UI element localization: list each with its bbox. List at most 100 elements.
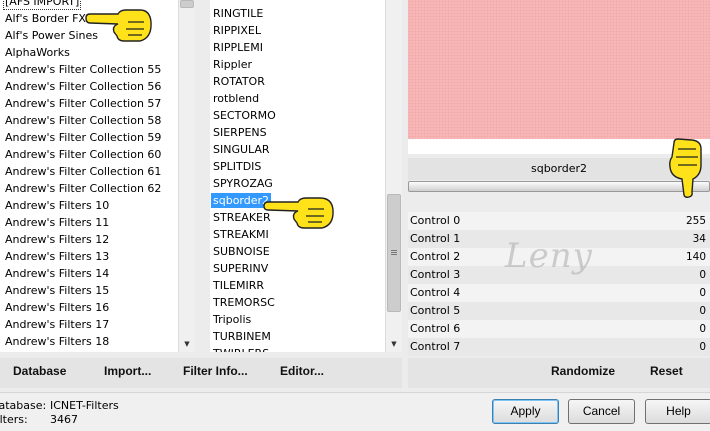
category-item-label: Andrew's Filters 16	[5, 301, 110, 314]
filter-item-label: RIPPLEMI	[213, 41, 263, 54]
filter-item-label: SPLITDIS	[213, 160, 262, 173]
scroll-grip-icon	[391, 250, 397, 256]
control-value[interactable]: 0	[699, 338, 706, 356]
category-item[interactable]: Andrew's Filters 11	[0, 214, 178, 231]
category-item-label: Andrew's Filter Collection 55	[5, 63, 162, 76]
control-value[interactable]: 255	[686, 212, 706, 230]
filter-item[interactable]: RINGTILE	[210, 5, 385, 22]
filter-item[interactable]: TWIRLERS	[210, 345, 385, 352]
category-item-label: Alf's Border FX	[5, 12, 86, 25]
pointing-hand-icon	[263, 197, 334, 229]
filter-item[interactable]: SPYROZAG	[210, 175, 385, 192]
category-item-label: Andrew's Filters 10	[5, 199, 110, 212]
category-item-label: Andrew's Filters 14	[5, 267, 110, 280]
editor-button[interactable]: Editor...	[280, 364, 324, 378]
filter-item-label: SUBNOISE	[213, 245, 270, 258]
control-value[interactable]: 0	[699, 284, 706, 302]
category-item-label: Andrew's Filter Collection 57	[5, 97, 162, 110]
control-row[interactable]: Control 7 0	[408, 338, 710, 356]
category-item-label: Andrew's Filters 11	[5, 216, 110, 229]
selected-filter-name: sqborder2	[408, 158, 710, 180]
filter-item-label: Rippler	[213, 58, 253, 71]
scroll-down-arrow-icon[interactable]: ▼	[386, 336, 402, 352]
control-label: Control 4	[410, 286, 461, 299]
category-item-label: Andrew's Filter Collection 56	[5, 80, 162, 93]
category-item-label: Andrew's Filter Collection 58	[5, 114, 162, 127]
filter-item[interactable]: SIERPENS	[210, 124, 385, 141]
control-list: Control 0 255 Control 1 34 Control 2 140 Contr…	[408, 212, 710, 356]
category-scrollbar-thumb[interactable]	[180, 0, 194, 8]
filter-item[interactable]: SECTORMO	[210, 107, 385, 124]
filter-item-label: SIERPENS	[213, 126, 267, 139]
category-item[interactable]: Andrew's Filter Collection 61	[0, 163, 178, 180]
filter-item[interactable]: rotblend	[210, 90, 385, 107]
category-item[interactable]: Andrew's Filter Collection 60	[0, 146, 178, 163]
database-value: ICNET-Filters	[50, 399, 119, 412]
filter-list[interactable]: RINGMIRR RINGTILE RIPPIXEL RIPPLEMI Rippler R…	[210, 0, 385, 352]
library-toolbar: Database Import... Filter Info... Editor…	[0, 358, 402, 388]
category-item[interactable]: Andrew's Filter Collection 55	[0, 61, 178, 78]
filter-scrollbar[interactable]: ▼	[385, 0, 402, 352]
control-value[interactable]: 34	[693, 230, 706, 248]
category-item[interactable]: Andrew's Filter Collection 58	[0, 112, 178, 129]
category-item[interactable]: Andrew's Filters 15	[0, 282, 178, 299]
category-item[interactable]: Andrew's Filters 17	[0, 316, 178, 333]
filter-item[interactable]: Rippler	[210, 56, 385, 73]
category-scrollbar[interactable]: ▼	[178, 0, 195, 352]
control-label: Control 7	[410, 340, 461, 353]
filter-item[interactable]: SINGULAR	[210, 141, 385, 158]
category-item[interactable]: Andrew's Filters 18	[0, 333, 178, 350]
category-item[interactable]: Andrew's Filters 12	[0, 231, 178, 248]
control-row[interactable]: Control 5 0	[408, 302, 710, 320]
category-item[interactable]: Andrew's Filter Collection 57	[0, 95, 178, 112]
filter-item[interactable]: RIPPLEMI	[210, 39, 385, 56]
control-value[interactable]: 140	[686, 248, 706, 266]
control-row[interactable]: Control 6 0	[408, 320, 710, 338]
control-row[interactable]: Control 4 0	[408, 284, 710, 302]
filter-item[interactable]: TILEMIRR	[210, 277, 385, 294]
filter-item[interactable]: ROTATOR	[210, 73, 385, 90]
category-item-label: Andrew's Filter Collection 61	[5, 165, 162, 178]
import-button[interactable]: Import...	[104, 364, 151, 378]
category-item[interactable]: Andrew's Filters 16	[0, 299, 178, 316]
control-row[interactable]: Control 0 255	[408, 212, 710, 230]
filter-item-label: SUPERINV	[213, 262, 269, 275]
scroll-down-arrow-icon[interactable]: ▼	[179, 336, 195, 352]
reset-button[interactable]: Reset	[650, 364, 683, 378]
filter-item-label: TWIRLERS	[213, 347, 269, 352]
filter-info-button[interactable]: Filter Info...	[183, 364, 248, 378]
category-item[interactable]: Andrew's Filter Collection 56	[0, 78, 178, 95]
category-item[interactable]: Andrew's Filter Collection 62	[0, 180, 178, 197]
database-button[interactable]: Database	[13, 364, 66, 378]
control-label: Control 2	[410, 250, 461, 263]
control-label: Control 5	[410, 304, 461, 317]
watermark-signature: Leny	[505, 236, 593, 276]
filter-item[interactable]: SUPERINV	[210, 260, 385, 277]
filter-item[interactable]: TURBINEM	[210, 328, 385, 345]
cancel-button[interactable]: Cancel	[568, 399, 635, 424]
control-label: Control 3	[410, 268, 461, 281]
filters-label: Filters:	[0, 413, 28, 426]
help-button[interactable]: Help	[645, 399, 710, 424]
category-item-label: [AFS IMPORT]	[3, 0, 82, 10]
category-item-label: Andrew's Filter Collection 62	[5, 182, 162, 195]
filter-scrollbar-thumb[interactable]	[387, 194, 401, 312]
category-item-label: Andrew's Filters 15	[5, 284, 110, 297]
category-item[interactable]: Andrew's Filters 13	[0, 248, 178, 265]
category-item[interactable]: Andrew's Filter Collection 59	[0, 129, 178, 146]
control-value[interactable]: 0	[699, 320, 706, 338]
filter-item[interactable]: SUBNOISE	[210, 243, 385, 260]
filter-item[interactable]: Tripolis	[210, 311, 385, 328]
filter-item[interactable]: TREMORSC	[210, 294, 385, 311]
randomize-button[interactable]: Randomize	[551, 364, 615, 378]
filter-item-label: RIPPIXEL	[213, 24, 262, 37]
category-item[interactable]: AlphaWorks	[0, 44, 178, 61]
control-value[interactable]: 0	[699, 266, 706, 284]
category-item[interactable]: Andrew's Filters 10	[0, 197, 178, 214]
filter-item[interactable]: SPLITDIS	[210, 158, 385, 175]
apply-button[interactable]: Apply	[492, 399, 559, 424]
filter-item[interactable]: RIPPIXEL	[210, 22, 385, 39]
category-list[interactable]: [AFS IMPORT] Alf's Border FX Alf's Power S…	[0, 0, 178, 352]
category-item[interactable]: Andrew's Filters 14	[0, 265, 178, 282]
control-value[interactable]: 0	[699, 302, 706, 320]
